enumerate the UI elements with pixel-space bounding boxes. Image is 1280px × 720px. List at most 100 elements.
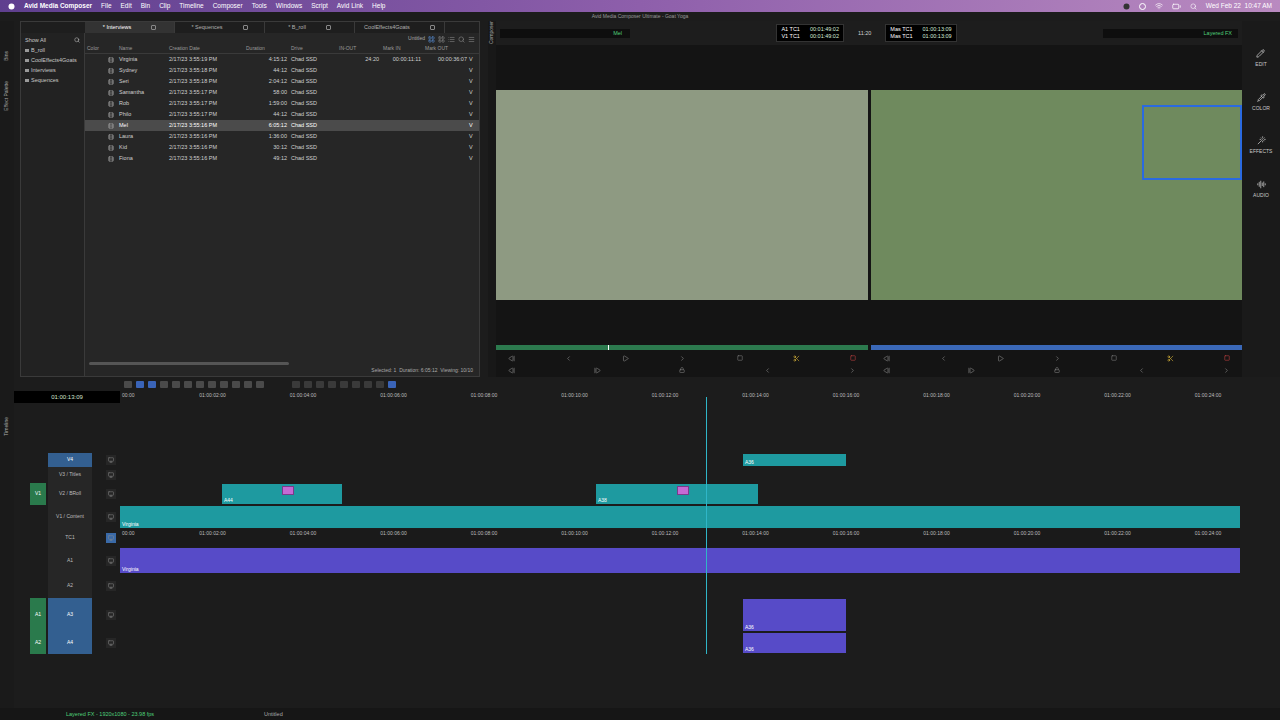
monitor-toggle[interactable]	[106, 470, 116, 480]
splice-icon[interactable]	[793, 355, 800, 362]
clip[interactable]: Virginia	[120, 506, 1240, 528]
close-icon[interactable]	[151, 25, 156, 30]
monitor-toggle[interactable]	[106, 610, 116, 620]
toolbar-icon[interactable]	[220, 381, 228, 388]
filter-dropdown[interactable]: Show All	[25, 36, 46, 44]
source-patch[interactable]: A2	[30, 632, 46, 654]
bin-row[interactable]: Virginia2/17/23 3:55:19 PM4:15:12Chad SS…	[85, 54, 479, 65]
column-header[interactable]: IN-OUT	[337, 45, 381, 53]
list-view-icon[interactable]	[448, 36, 455, 43]
play-icon[interactable]	[997, 355, 1004, 362]
toolbar-icon[interactable]	[184, 381, 192, 388]
workspace-button[interactable]: EFFECTS	[1250, 136, 1273, 156]
source-name[interactable]: Mel	[500, 29, 630, 38]
bin-row[interactable]: Kid2/17/23 3:55:16 PM30:12Chad SSDV	[85, 142, 479, 153]
bin-tab[interactable]: CoolEffects4Goats	[355, 22, 445, 33]
playhead[interactable]	[706, 397, 707, 654]
track-label[interactable]: A4	[48, 632, 92, 654]
mark-out-icon[interactable]	[594, 367, 601, 374]
monitor-toggle[interactable]	[106, 455, 116, 465]
bin-row[interactable]: Mel2/17/23 3:55:16 PM6:05:12Chad SSDV	[85, 120, 479, 131]
view-dropdown[interactable]: Untitled	[408, 35, 425, 43]
menu-item[interactable]: Script	[311, 1, 328, 11]
clip[interactable]: A36	[743, 633, 846, 653]
bin-tree-item[interactable]: CoolEffects4Goats	[21, 55, 84, 65]
source-timecode[interactable]: A1 TC100:01:49:02V1 TC100:01:49:02	[776, 24, 844, 42]
column-header[interactable]: Duration	[244, 45, 289, 53]
bin-tab[interactable]: * Interviews	[85, 22, 175, 33]
mark-out-icon[interactable]	[968, 367, 975, 374]
monitor-toggle[interactable]	[106, 489, 116, 499]
column-header[interactable]: Mark IN	[381, 45, 423, 53]
menu-item[interactable]: File	[101, 1, 111, 11]
toolbar-icon[interactable]	[256, 381, 264, 388]
play-icon[interactable]	[622, 355, 629, 362]
track-label[interactable]: V4	[48, 453, 92, 467]
column-header[interactable]: Color	[85, 45, 117, 53]
search-icon[interactable]	[74, 37, 80, 43]
monitor-toggle[interactable]	[106, 533, 116, 543]
workspace-button[interactable]: EDIT	[1255, 49, 1266, 69]
column-header[interactable]: Name	[117, 45, 167, 53]
side-tab[interactable]: Bins	[0, 51, 15, 61]
monitor-toggle[interactable]	[106, 556, 116, 566]
clip[interactable]: A36	[743, 599, 846, 631]
close-icon[interactable]	[243, 25, 248, 30]
menu-item[interactable]: Windows	[276, 1, 302, 11]
prev-edit-icon[interactable]	[764, 367, 771, 374]
search-icon[interactable]	[458, 36, 465, 43]
script-view-icon[interactable]	[438, 36, 445, 43]
menu-item[interactable]: Edit	[121, 1, 132, 11]
horizontal-scrollbar[interactable]	[89, 361, 475, 366]
monitor-toggle[interactable]	[106, 638, 116, 648]
clip[interactable]: A38	[596, 484, 758, 504]
track-label[interactable]: A2	[48, 574, 92, 598]
toolbar-icon[interactable]	[376, 381, 384, 388]
rewind-icon[interactable]	[565, 355, 572, 362]
track-label[interactable]: A1	[48, 547, 92, 574]
composer-tab[interactable]: Composer	[484, 21, 500, 44]
wifi-icon[interactable]	[1155, 2, 1163, 10]
workspace-button[interactable]: COLOR	[1252, 93, 1270, 113]
source-patch[interactable]: A1	[30, 598, 46, 632]
record-name[interactable]: Layered FX	[1103, 29, 1238, 38]
monitor-toggle[interactable]	[106, 581, 116, 591]
lock-icon[interactable]	[679, 367, 685, 373]
toolbar-icon[interactable]	[136, 381, 144, 388]
clip[interactable]: A36	[743, 454, 846, 466]
bin-row[interactable]: Rob2/17/23 3:55:17 PM1:59:00Chad SSDV	[85, 98, 479, 109]
record-timecode[interactable]: Mas TC101:00:13:09Mas TC101:00:13:09	[885, 24, 956, 42]
next-edit-icon[interactable]	[1223, 367, 1230, 374]
clip[interactable]: Virginia	[120, 548, 1240, 573]
column-header[interactable]: Creation Date	[167, 45, 244, 53]
toolbar-icon[interactable]	[244, 381, 252, 388]
overwrite-icon[interactable]	[1224, 355, 1230, 361]
bin-tree-item[interactable]: Interviews	[21, 65, 84, 75]
bin-tab[interactable]: * B_roll	[265, 22, 355, 33]
bin-row[interactable]: Philo2/17/23 3:55:17 PM44:12Chad SSDV	[85, 109, 479, 120]
side-tab[interactable]: Effect Palette	[0, 81, 15, 111]
toolbar-icon[interactable]	[196, 381, 204, 388]
column-header[interactable]: Drive	[289, 45, 337, 53]
menu-item[interactable]: Composer	[213, 1, 243, 11]
bin-row[interactable]: Samantha2/17/23 3:55:17 PM58:00Chad SSDV	[85, 87, 479, 98]
toolbar-icon[interactable]	[172, 381, 180, 388]
bin-tree-item[interactable]: Sequences	[21, 75, 84, 85]
toolbar-icon[interactable]	[124, 381, 132, 388]
menu-item[interactable]: Bin	[141, 1, 150, 11]
toolbar-icon[interactable]	[160, 381, 168, 388]
menu-item[interactable]: Help	[372, 1, 385, 11]
toolbar-icon[interactable]	[364, 381, 372, 388]
timeline-timecode[interactable]: 01:00:13:09	[14, 391, 120, 403]
app-menu[interactable]: Avid Media Composer	[24, 1, 92, 11]
rewind-icon[interactable]	[940, 355, 947, 362]
bin-tab[interactable]: * Sequences	[175, 22, 265, 33]
track-label[interactable]: A3	[48, 598, 92, 632]
spotlight-icon[interactable]	[1190, 3, 1197, 10]
forward-icon[interactable]	[1054, 355, 1061, 362]
menu-item[interactable]: Tools	[252, 1, 267, 11]
track-label[interactable]: TC1	[48, 529, 92, 547]
menu-item[interactable]: Timeline	[179, 1, 203, 11]
prev-edit-icon[interactable]	[1138, 367, 1145, 374]
menu-item[interactable]: Clip	[159, 1, 170, 11]
